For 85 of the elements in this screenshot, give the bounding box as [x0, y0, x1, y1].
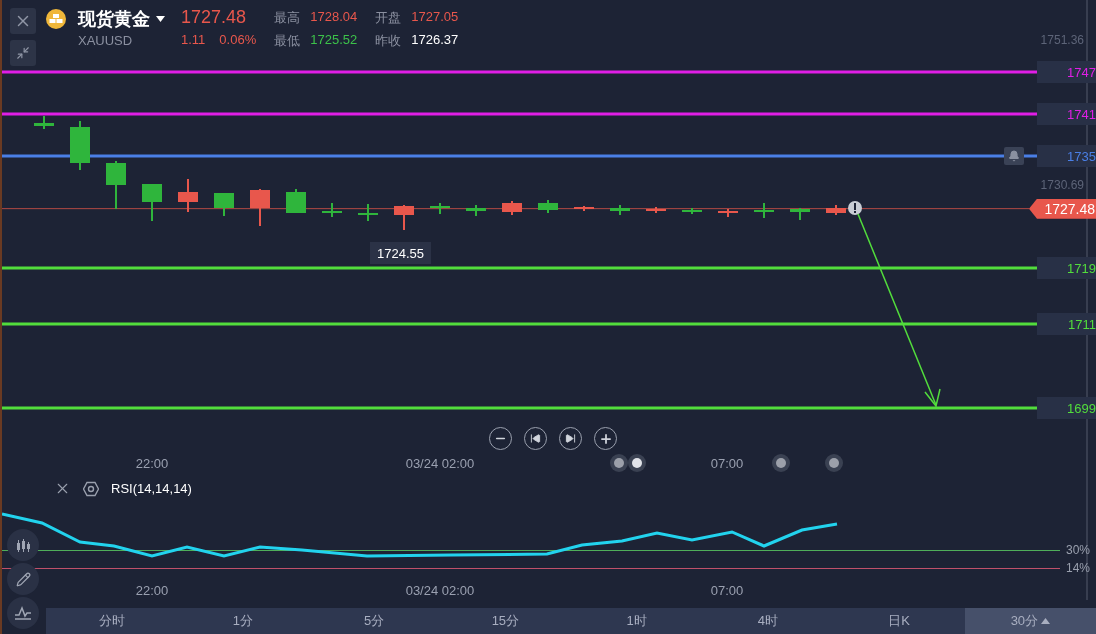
close-button[interactable]: [10, 8, 36, 34]
settings-icon[interactable]: [83, 480, 99, 497]
trend-arrow[interactable]: [857, 213, 941, 408]
symbol-name[interactable]: 现货黄金: [78, 7, 150, 31]
rsi-level-label: 14%: [1066, 561, 1091, 575]
price-level-label: 1711: [1037, 313, 1096, 335]
stat-value: 1726.37: [411, 32, 459, 49]
line-chart-icon: [14, 605, 32, 621]
period-tab[interactable]: 分时: [46, 608, 178, 634]
current-price-tag: 1727.48: [1029, 198, 1096, 219]
price-level-label: 1747: [1037, 61, 1096, 83]
indicator-tool-button[interactable]: [7, 597, 39, 629]
event-marker[interactable]: [628, 454, 646, 472]
candlestick-tool-button[interactable]: [7, 529, 39, 561]
info-icon[interactable]: [848, 201, 862, 215]
pencil-button[interactable]: [7, 563, 39, 595]
time-axis-label: 03/24 02:00: [405, 583, 475, 598]
candlestick: [214, 193, 234, 216]
alert-bell-button[interactable]: [1004, 147, 1024, 165]
candlestick: [250, 189, 270, 226]
coin-icon: [46, 9, 66, 29]
indicator-title: RSI(14,14,14): [111, 481, 192, 496]
candlestick: [70, 121, 90, 170]
candlestick: [178, 179, 198, 212]
low-price-tooltip: 1724.55: [370, 242, 431, 264]
caret-icon: [1041, 618, 1051, 624]
last-price: 1727.48: [181, 7, 248, 28]
event-marker[interactable]: [772, 454, 790, 472]
candlestick: [322, 203, 342, 217]
price-level-label: 1699: [1037, 397, 1096, 419]
pencil-icon: [15, 571, 31, 587]
stat-value: 1728.04: [310, 9, 358, 26]
candlestick: [106, 161, 126, 209]
price-axis-label: 1751.36: [1040, 33, 1084, 48]
price-level-label: 1741: [1037, 103, 1096, 125]
candlestick: [790, 208, 810, 220]
symbol-code: XAUUSD: [78, 33, 134, 48]
period-tab[interactable]: 15分: [439, 608, 571, 634]
stat-label: 最低: [274, 32, 301, 50]
period-tab[interactable]: 日K: [833, 608, 965, 634]
stat-value: 1727.05: [411, 9, 459, 26]
plus-icon: [598, 431, 613, 446]
time-axis-label: 07:00: [710, 456, 744, 471]
price-change-percent: 0.06%: [219, 32, 257, 47]
event-marker[interactable]: [610, 454, 628, 472]
time-axis-label: 03/24 02:00: [405, 456, 475, 471]
candlestick: [286, 189, 306, 213]
rsi-level-label: 30%: [1066, 543, 1091, 557]
bell-icon: [1008, 150, 1020, 162]
collapse-button[interactable]: [10, 40, 36, 66]
time-axis-label: 07:00: [710, 583, 744, 598]
candlestick: [466, 205, 486, 216]
event-marker[interactable]: [825, 454, 843, 472]
candlestick: [502, 201, 522, 215]
period-tab[interactable]: 1时: [571, 608, 703, 634]
candlestick: [142, 184, 162, 221]
dropdown-caret-icon[interactable]: [156, 16, 165, 22]
time-axis-label: 22:00: [135, 456, 169, 471]
candlestick: [610, 205, 630, 215]
collapse-arrows-icon: [16, 46, 30, 60]
candlestick: [358, 204, 378, 221]
price-change: 1.11: [181, 32, 206, 47]
candlestick: [826, 205, 846, 215]
period-tab[interactable]: 30分: [964, 608, 1096, 634]
stat-label: 开盘: [375, 9, 402, 27]
price-axis-label: 1730.69: [1040, 178, 1084, 193]
candlestick: [718, 209, 738, 217]
price-level-line[interactable]: [2, 154, 1037, 158]
stat-label: 昨收: [375, 32, 402, 50]
candlestick-icon: [15, 537, 31, 553]
period-tab[interactable]: 4时: [702, 608, 834, 634]
candlestick: [754, 203, 774, 218]
stat-value: 1725.52: [310, 32, 358, 49]
period-tab[interactable]: 5分: [308, 608, 440, 634]
candlestick: [394, 205, 414, 230]
candlestick: [430, 203, 450, 214]
candlestick: [34, 116, 54, 129]
stat-label: 最高: [274, 9, 301, 27]
time-axis-label: 22:00: [135, 583, 169, 598]
skip-back-icon: [530, 433, 541, 444]
price-level-label: 1735: [1037, 145, 1096, 167]
candlestick: [538, 200, 558, 213]
skip-forward-icon: [565, 433, 576, 444]
period-tab[interactable]: 1分: [177, 608, 309, 634]
price-level-label: 1719: [1037, 257, 1096, 279]
